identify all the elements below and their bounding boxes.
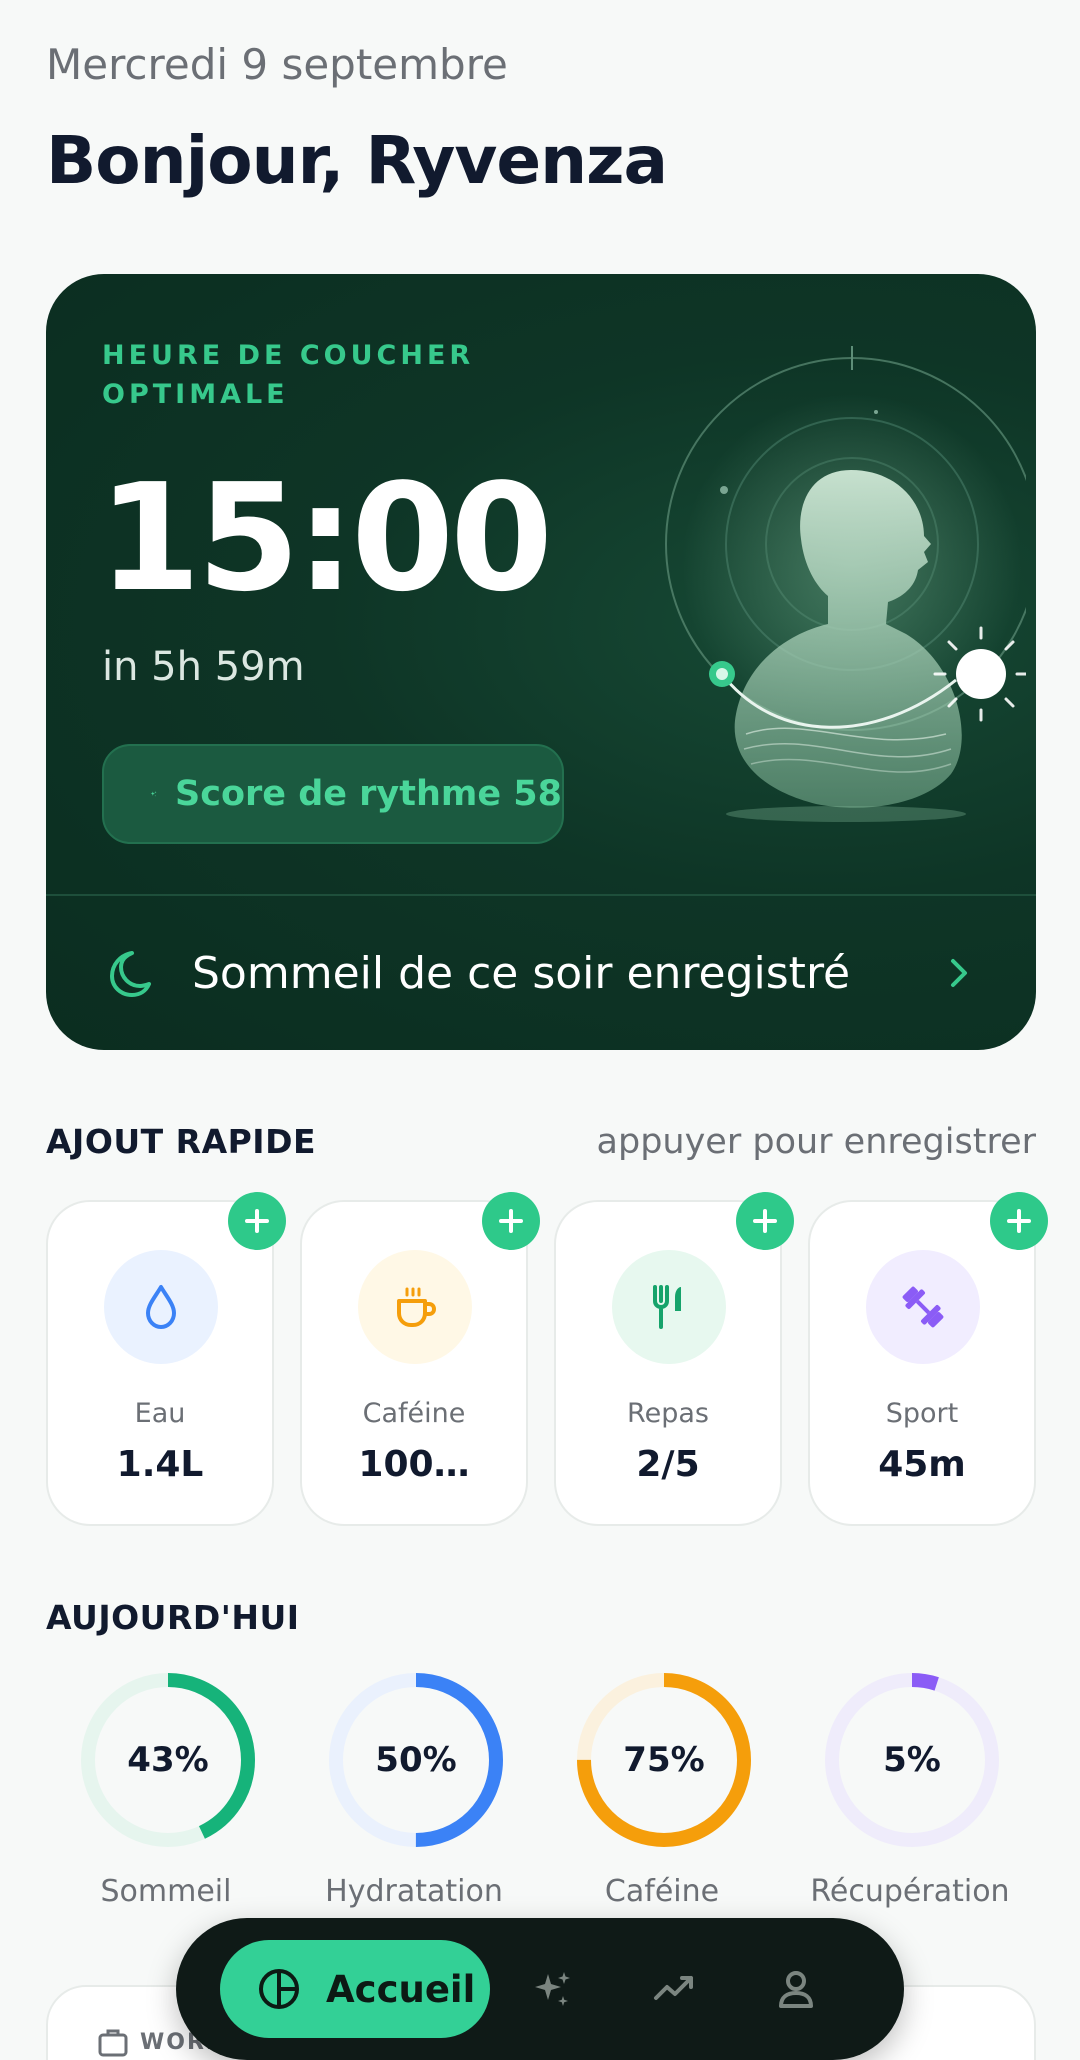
sparkles-icon [535, 1972, 570, 2006]
ring-label: Sommeil [100, 1874, 232, 1909]
plus-icon [499, 1209, 523, 1233]
profile-icon [779, 1971, 813, 2008]
quick-add-value: 100… [358, 1444, 470, 1485]
nav-profile-button[interactable] [763, 1956, 829, 2022]
quick-add-hint: appuyer pour enregistrer [596, 1122, 1036, 1162]
today-rings: 43% Sommeil 50% Hydratation 75% Caféine … [46, 1668, 1036, 1928]
bedtime-card[interactable]: HEURE DE COUCHER OPTIMALE 15:00 in 5h 59… [46, 274, 1036, 1050]
ring-percent: 50% [375, 1740, 457, 1780]
ring-caffeine[interactable]: 75% Caféine [542, 1668, 782, 1928]
quick-add-label: Eau [134, 1398, 186, 1429]
date-label: Mercredi 9 septembre [46, 40, 508, 89]
ring-label: Récupération [810, 1874, 1010, 1909]
sport-icon-badge [866, 1250, 980, 1364]
quick-add-value: 1.4L [116, 1444, 204, 1485]
ring-percent: 75% [623, 1740, 705, 1780]
water-icon-badge [104, 1250, 218, 1364]
ring-percent: 5% [883, 1740, 941, 1780]
add-meal-button[interactable] [736, 1192, 794, 1250]
chevron-right-icon [951, 959, 967, 987]
rhythm-score-button[interactable]: Score de rythme 58 [102, 744, 564, 844]
ring-label: Hydratation [325, 1874, 503, 1909]
rhythm-score-label: Score de rythme 58 [175, 774, 562, 814]
add-caffeine-button[interactable] [482, 1192, 540, 1250]
meal-icon-badge [612, 1250, 726, 1364]
quick-add-caffeine[interactable]: Caféine 100… [300, 1192, 540, 1526]
ring-sleep[interactable]: 43% Sommeil [46, 1668, 286, 1928]
quick-add-title: AJOUT RAPIDE [46, 1122, 317, 1161]
bedtime-time: 15:00 [98, 452, 553, 624]
coffee-cup-icon [397, 1287, 437, 1327]
quick-add-label: Repas [627, 1398, 709, 1429]
ring-label: Caféine [604, 1874, 720, 1909]
add-water-button[interactable] [228, 1192, 286, 1250]
quick-add-label: Caféine [362, 1398, 466, 1429]
ring-hydration[interactable]: 50% Hydratation [294, 1668, 534, 1928]
sleep-log-row[interactable]: Sommeil de ce soir enregistré [46, 896, 1036, 1050]
caffeine-icon-badge [358, 1250, 472, 1364]
bedtime-label: HEURE DE COUCHER OPTIMALE [102, 340, 475, 410]
moon-icon [110, 951, 151, 997]
quick-add-value: 2/5 [636, 1444, 700, 1485]
nav-home-label: Accueil [326, 1967, 476, 2011]
briefcase-icon [98, 2029, 128, 2057]
nav-home-button[interactable]: Accueil [220, 1940, 490, 2038]
quick-add-sport[interactable]: Sport 45m [808, 1192, 1048, 1526]
add-sport-button[interactable] [990, 1192, 1048, 1250]
pie-chart-icon [259, 1969, 299, 2009]
quick-add-row: Eau 1.4L Caféine 100… Repas 2/5 Sport 45… [46, 1192, 1048, 1526]
water-drop-icon [146, 1285, 176, 1329]
dumbbell-icon [902, 1286, 944, 1328]
greeting-title: Bonjour, Ryvenza [46, 122, 668, 199]
sparkles-icon [150, 791, 157, 797]
sleep-log-label: Sommeil de ce soir enregistré [192, 947, 851, 999]
ring-recovery[interactable]: 5% Récupération [790, 1668, 1030, 1928]
quick-add-value: 45m [878, 1444, 966, 1485]
nav-trends-button[interactable] [641, 1956, 707, 2022]
quick-add-water[interactable]: Eau 1.4L [46, 1192, 286, 1526]
ring-percent: 43% [127, 1740, 209, 1780]
trend-icon [654, 1976, 693, 2000]
today-title: AUJOURD'HUI [46, 1598, 300, 1637]
circadian-illustration [665, 346, 1026, 822]
quick-add-meal[interactable]: Repas 2/5 [554, 1192, 794, 1526]
fork-knife-icon [653, 1285, 681, 1329]
quick-add-label: Sport [885, 1398, 959, 1429]
nav-insights-button[interactable] [520, 1956, 586, 2022]
bottom-nav: Accueil [176, 1918, 904, 2060]
bedtime-countdown: in 5h 59m [102, 644, 305, 690]
plus-icon [1007, 1209, 1031, 1233]
plus-icon [753, 1209, 777, 1233]
plus-icon [245, 1209, 269, 1233]
